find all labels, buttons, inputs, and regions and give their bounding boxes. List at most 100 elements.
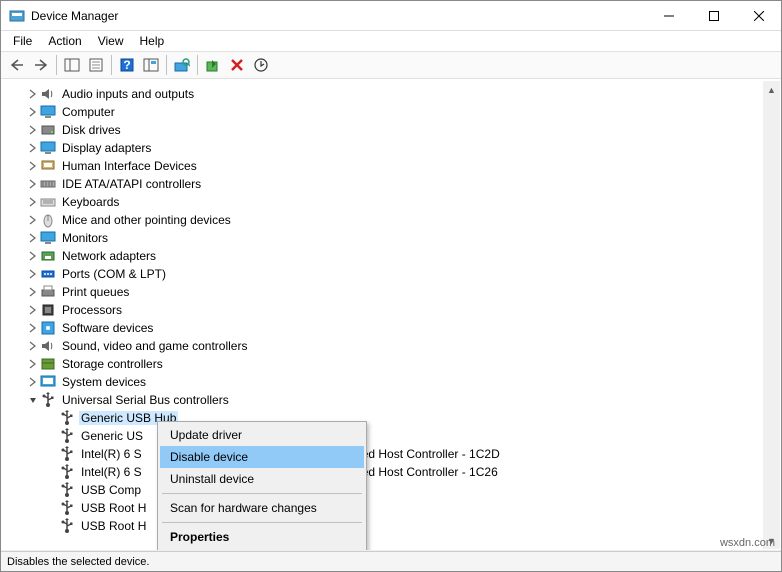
tree-node[interactable]: USB Comp bbox=[8, 481, 763, 499]
tree-node[interactable]: Audio inputs and outputs bbox=[8, 85, 763, 103]
expand-icon[interactable] bbox=[27, 376, 39, 388]
tree-node-label: Intel(R) 6 S bbox=[79, 447, 144, 461]
tree-node[interactable]: Mice and other pointing devices bbox=[8, 211, 763, 229]
expand-icon[interactable] bbox=[27, 88, 39, 100]
uninstall-device-button[interactable] bbox=[249, 53, 273, 77]
toolbar-separator bbox=[56, 55, 57, 75]
svg-text:?: ? bbox=[123, 58, 130, 72]
close-button[interactable] bbox=[736, 1, 781, 30]
tree-node[interactable]: Print queues bbox=[8, 283, 763, 301]
show-hide-tree-button[interactable] bbox=[60, 53, 84, 77]
vertical-scrollbar[interactable]: ▲ ▼ bbox=[763, 81, 780, 549]
expand-icon[interactable] bbox=[27, 124, 39, 136]
tree-node[interactable]: Display adapters bbox=[8, 139, 763, 157]
expand-icon[interactable] bbox=[27, 268, 39, 280]
tree-node-label: Generic US bbox=[79, 429, 145, 443]
toolbar-separator bbox=[197, 55, 198, 75]
tree-node-label-suffix: ced Host Controller - 1C26 bbox=[354, 465, 500, 479]
system-icon bbox=[40, 374, 56, 390]
tree-node-label: Software devices bbox=[60, 321, 155, 335]
expand-icon[interactable] bbox=[27, 322, 39, 334]
scroll-up-arrow[interactable]: ▲ bbox=[763, 81, 780, 98]
tree-node[interactable]: Ports (COM & LPT) bbox=[8, 265, 763, 283]
menu-help[interactable]: Help bbox=[132, 32, 173, 50]
tree-node[interactable]: Human Interface Devices bbox=[8, 157, 763, 175]
tree-node[interactable]: USB Root H bbox=[8, 499, 763, 517]
tree-node[interactable]: Disk drives bbox=[8, 121, 763, 139]
context-menu-item[interactable]: Scan for hardware changes bbox=[160, 497, 364, 519]
expand-icon[interactable] bbox=[27, 196, 39, 208]
scan-hardware-button[interactable] bbox=[170, 53, 194, 77]
help-button[interactable]: ? bbox=[115, 53, 139, 77]
menu-action[interactable]: Action bbox=[40, 32, 89, 50]
show-hidden-button[interactable] bbox=[139, 53, 163, 77]
expand-icon[interactable] bbox=[27, 304, 39, 316]
speaker-icon bbox=[40, 86, 56, 102]
usb-icon bbox=[59, 464, 75, 480]
keyboard-icon bbox=[40, 194, 56, 210]
tree-node[interactable]: Intel(R) 6 S ced Host Controller - 1C26 bbox=[8, 463, 763, 481]
context-menu-item[interactable]: Update driver bbox=[160, 424, 364, 446]
tree-node[interactable]: Computer bbox=[8, 103, 763, 121]
toolbar: ? bbox=[1, 51, 781, 79]
network-icon bbox=[40, 248, 56, 264]
tree-node[interactable]: Generic USB Hub bbox=[8, 409, 763, 427]
enable-device-button[interactable] bbox=[201, 53, 225, 77]
menu-file[interactable]: File bbox=[5, 32, 40, 50]
back-button[interactable] bbox=[5, 53, 29, 77]
tree-node[interactable]: Storage controllers bbox=[8, 355, 763, 373]
menu-view[interactable]: View bbox=[90, 32, 132, 50]
context-menu-item[interactable]: Uninstall device bbox=[160, 468, 364, 490]
usb-icon bbox=[59, 500, 75, 516]
tree-node[interactable]: Software devices bbox=[8, 319, 763, 337]
tree-node-label: Audio inputs and outputs bbox=[60, 87, 196, 101]
device-tree[interactable]: Audio inputs and outputs ComputerDisk dri… bbox=[2, 81, 763, 549]
expand-icon[interactable] bbox=[27, 214, 39, 226]
cpu-icon bbox=[40, 302, 56, 318]
tree-node[interactable]: Network adapters bbox=[8, 247, 763, 265]
tree-node-label: IDE ATA/ATAPI controllers bbox=[60, 177, 203, 191]
tree-node[interactable]: Processors bbox=[8, 301, 763, 319]
expand-icon[interactable] bbox=[27, 358, 39, 370]
expand-icon[interactable] bbox=[27, 340, 39, 352]
ide-icon bbox=[40, 176, 56, 192]
usb-icon bbox=[59, 482, 75, 498]
usb-icon bbox=[59, 428, 75, 444]
tree-node-label: Human Interface Devices bbox=[60, 159, 199, 173]
expand-icon[interactable] bbox=[27, 160, 39, 172]
status-text: Disables the selected device. bbox=[7, 556, 775, 568]
usb-icon bbox=[59, 446, 75, 462]
maximize-button[interactable] bbox=[691, 1, 736, 30]
monitor-icon bbox=[40, 230, 56, 246]
window-title: Device Manager bbox=[31, 9, 646, 23]
expand-icon[interactable] bbox=[27, 250, 39, 262]
minimize-button[interactable] bbox=[646, 1, 691, 30]
forward-button[interactable] bbox=[29, 53, 53, 77]
tree-node[interactable]: Sound, video and game controllers bbox=[8, 337, 763, 355]
tree-node[interactable]: Keyboards bbox=[8, 193, 763, 211]
tree-node[interactable]: Universal Serial Bus controllers bbox=[8, 391, 763, 409]
context-menu-item[interactable]: Properties bbox=[160, 526, 364, 548]
tree-node-label: USB Root H bbox=[79, 519, 148, 533]
expand-icon[interactable] bbox=[27, 142, 39, 154]
context-menu-item[interactable]: Disable device bbox=[160, 446, 364, 468]
tree-node[interactable]: USB Root H bbox=[8, 517, 763, 535]
tree-node[interactable]: Monitors bbox=[8, 229, 763, 247]
expand-icon[interactable] bbox=[27, 286, 39, 298]
collapse-icon[interactable] bbox=[27, 394, 39, 406]
statusbar: Disables the selected device. bbox=[1, 551, 781, 571]
tree-node[interactable]: Generic US bbox=[8, 427, 763, 445]
expand-icon[interactable] bbox=[27, 106, 39, 118]
tree-node[interactable]: Intel(R) 6 Sced Host Controller - 1C2D bbox=[8, 445, 763, 463]
toolbar-separator bbox=[111, 55, 112, 75]
disable-device-button[interactable] bbox=[225, 53, 249, 77]
tree-node[interactable]: IDE ATA/ATAPI controllers bbox=[8, 175, 763, 193]
no-expand bbox=[46, 520, 58, 532]
no-expand bbox=[46, 430, 58, 442]
expand-icon[interactable] bbox=[27, 232, 39, 244]
tree-node[interactable]: System devices bbox=[8, 373, 763, 391]
expand-icon[interactable] bbox=[27, 178, 39, 190]
tree-container: Audio inputs and outputs ComputerDisk dri… bbox=[2, 81, 780, 549]
tree-node-label: Intel(R) 6 S bbox=[79, 465, 144, 479]
properties-button[interactable] bbox=[84, 53, 108, 77]
